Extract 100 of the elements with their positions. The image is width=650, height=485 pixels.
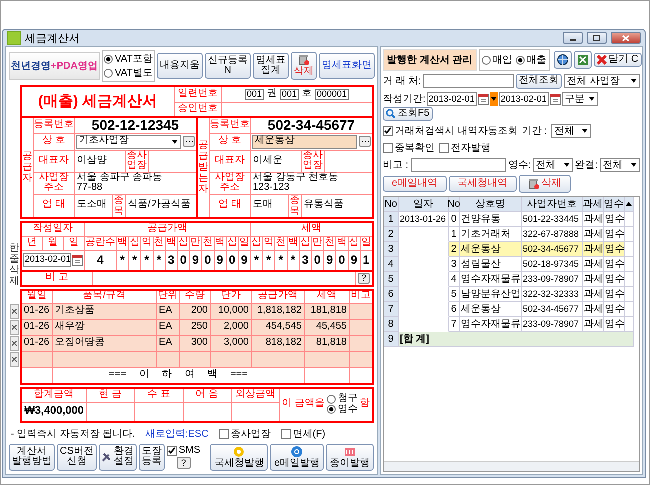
column-header: 억	[141, 236, 153, 250]
column-header: 일	[238, 236, 250, 250]
toolbar-button[interactable]: 명세표 집계	[252, 53, 289, 79]
lookup-button[interactable]	[183, 136, 195, 148]
field-label: 업 태	[210, 194, 250, 217]
toolbar-button[interactable]: 신규등록 N	[204, 53, 251, 79]
address-line: 123-123	[253, 183, 290, 194]
table-cell: 454,545	[252, 320, 304, 335]
table-cell	[184, 402, 231, 421]
column-header: 공급가액	[148, 224, 188, 234]
mode-radio[interactable]: 매입	[482, 53, 513, 67]
history-button[interactable]: 국세청내역	[448, 176, 517, 192]
toolbar-button[interactable]: 내용지움	[156, 53, 203, 79]
globe-icon	[556, 54, 569, 66]
table-cell: EA	[157, 304, 179, 319]
claim-radio[interactable]: 청구	[326, 394, 358, 405]
delete-row-button[interactable]	[10, 336, 19, 351]
issue-button[interactable]: e메일발행	[270, 444, 324, 472]
date-from-field[interactable]: 2013-02-01	[426, 92, 477, 106]
row-number: 5	[384, 272, 399, 287]
delete-row-button[interactable]	[10, 320, 19, 335]
close-button[interactable]	[611, 32, 641, 44]
table-row-cell[interactable]: 세운통상	[460, 302, 522, 317]
close-panel-button[interactable]: 닫기 C	[594, 52, 642, 68]
table-cell	[625, 272, 634, 287]
table-row-cell[interactable]: 남양분유산업	[460, 287, 522, 302]
shortcut-hint: 새로입력:ESC	[145, 428, 209, 441]
maximize-button[interactable]	[587, 32, 607, 44]
claim-radio[interactable]: 영수	[326, 404, 358, 416]
calendar-icon[interactable]	[72, 254, 83, 266]
help-button[interactable]: ?	[176, 457, 191, 470]
horizontal-scrollbar[interactable]	[384, 461, 639, 472]
invoice-title: (매출) 세금계산서	[22, 87, 174, 116]
table-cell	[350, 304, 372, 319]
receipt-select[interactable]: 전체	[533, 158, 574, 172]
column-header: 일	[64, 236, 84, 250]
table-row-cell[interactable]: 영수자재물류	[460, 272, 522, 287]
table-cell: 300	[180, 336, 210, 351]
caret-icon	[564, 163, 570, 167]
vat-radio[interactable]: VAT별도	[104, 66, 153, 80]
column-header: 백	[288, 236, 299, 250]
table-row-cell[interactable]: 건양유통	[460, 212, 522, 227]
column-header: No	[384, 197, 399, 212]
table-cell	[211, 352, 251, 367]
option-checkbox[interactable]: 종사업장	[218, 426, 271, 441]
column-header: 십	[348, 236, 360, 250]
table-cell: 새우깡	[53, 320, 156, 335]
done-select[interactable]: 전체	[600, 158, 640, 172]
table-row-cell[interactable]: 세운통상	[460, 242, 522, 257]
option-checkbox[interactable]: 면세(F)	[280, 426, 326, 441]
auto-query-checkbox[interactable]: 거래처검색시 내역자동조회	[383, 124, 518, 138]
tax-digit: *	[288, 250, 299, 270]
type-select[interactable]: 구분	[562, 92, 598, 106]
vat-radio[interactable]: VAT포함	[104, 52, 153, 66]
partner-field[interactable]	[423, 74, 514, 88]
scroll-up-button[interactable]	[625, 197, 634, 212]
globe-button[interactable]	[554, 51, 572, 69]
footer-button[interactable]: 환경 설정	[98, 444, 137, 471]
date-field[interactable]: 2013-02-01	[23, 253, 71, 268]
delete-row-button[interactable]	[10, 304, 19, 319]
calendar-icon[interactable]	[478, 92, 489, 104]
range-select[interactable]: 전체	[551, 124, 592, 138]
excel-button[interactable]	[574, 51, 592, 69]
delete-row-button[interactable]	[10, 352, 19, 367]
issue-button[interactable]: 종이발행	[326, 444, 374, 472]
column-header: 만	[312, 236, 324, 250]
history-button[interactable]: 삭제	[518, 175, 571, 193]
toolbar-button[interactable]: 삭제	[290, 52, 317, 80]
table-cell: 영수	[604, 287, 625, 302]
sms-checkbox[interactable]: SMS	[166, 445, 201, 456]
footer-button[interactable]: 계산서 발행방법	[9, 444, 55, 471]
calendar-icon[interactable]	[550, 92, 561, 104]
table-cell: 0	[449, 212, 460, 227]
history-button[interactable]: e메일내역	[383, 176, 447, 192]
company-field[interactable]: 세운통상	[252, 134, 357, 149]
date-to-field[interactable]: 2013-02-01	[498, 92, 549, 106]
toolbar-button[interactable]: 명세표화면	[318, 53, 375, 79]
mode-radio[interactable]: 매출	[516, 53, 547, 67]
footer-button[interactable]: CS버전 신청	[57, 444, 97, 471]
table-row-cell[interactable]: 성림물산	[460, 257, 522, 272]
address-line: 서울 송파구 송파동	[77, 172, 163, 183]
duplicate-checkbox[interactable]: 중복확인	[383, 141, 435, 155]
lookup-button[interactable]	[359, 136, 371, 148]
footer-button[interactable]: 도장 등록	[138, 444, 165, 471]
site-select[interactable]: 전체 사업장	[564, 74, 640, 88]
table-cell: 10,000	[211, 304, 251, 319]
e-issue-checkbox[interactable]: 전자발행	[439, 141, 491, 155]
field-label: 승인번호	[175, 103, 221, 116]
field-label: 완결:	[575, 159, 598, 172]
close-icon	[622, 34, 630, 42]
search-all-button[interactable]: 전체조회	[516, 74, 562, 88]
issue-button[interactable]: 국세청발행	[210, 444, 268, 472]
column-header: 천	[275, 236, 287, 250]
column-header: 천	[202, 236, 214, 250]
table-cell	[350, 368, 372, 383]
company-select[interactable]: 기초사업장	[76, 134, 181, 149]
query-button[interactable]: 조회F5	[383, 106, 433, 121]
minimize-button[interactable]	[563, 32, 583, 44]
memo-field[interactable]	[410, 158, 506, 172]
table-cell	[157, 352, 179, 367]
